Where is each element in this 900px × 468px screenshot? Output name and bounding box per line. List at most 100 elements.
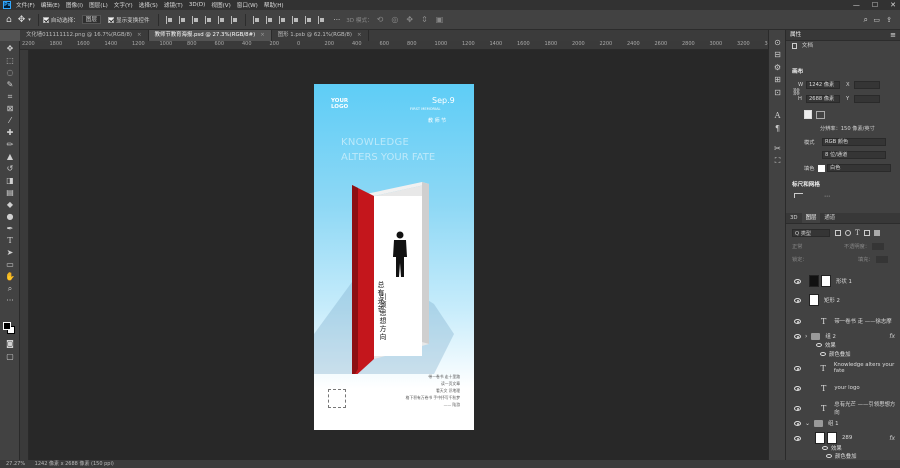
menu-edit[interactable]: 编辑(E) (41, 1, 60, 9)
filter-type-icon[interactable]: T (855, 229, 860, 237)
tab-layers[interactable]: 图层 (801, 213, 821, 223)
distribute-spacing-icon[interactable] (291, 15, 299, 24)
screen-mode-icon[interactable]: ▢ (5, 352, 15, 361)
crop-tool-icon[interactable]: ⌗ (5, 92, 15, 101)
history-brush-icon[interactable]: ↺ (5, 164, 15, 173)
dodge-tool-icon[interactable]: ● (5, 212, 15, 221)
portrait-orientation-icon[interactable] (804, 110, 812, 119)
move-tool-icon[interactable]: ✥ (18, 15, 26, 25)
foreground-color-swatch[interactable] (3, 322, 11, 330)
close-window-button[interactable]: ✕ (890, 1, 896, 9)
effects-eye-icon[interactable] (826, 454, 832, 458)
menu-layer[interactable]: 图层(L) (89, 1, 108, 9)
show-transform-checkbox[interactable] (107, 16, 114, 23)
filter-smart-icon[interactable] (873, 230, 880, 236)
home-icon[interactable]: ⌂ (6, 15, 12, 25)
gradient-tool-icon[interactable]: ▤ (5, 188, 15, 197)
ruler-icon[interactable] (794, 193, 803, 198)
filter-adjust-icon[interactable] (845, 230, 851, 236)
3d-slide-icon[interactable]: ⇕ (421, 15, 428, 24)
close-tab-icon[interactable]: × (260, 32, 265, 38)
libraries-panel-icon[interactable]: ⚙ (773, 63, 782, 72)
maximize-button[interactable]: ☐ (872, 1, 878, 9)
rulers-grid-header[interactable]: 标尺和网格 (786, 180, 820, 188)
3d-scale-icon[interactable]: ▣ (436, 15, 444, 24)
layer-group-row[interactable]: ⌄ 组 1 (786, 418, 900, 428)
brush-tool-icon[interactable]: ✏ (5, 140, 15, 149)
vertical-ruler[interactable] (20, 50, 29, 460)
effects-eye-icon[interactable] (816, 342, 822, 347)
effect-row[interactable]: 效果 (786, 340, 900, 349)
tab-doc-1[interactable]: 文化墙011111112.png @ 16.7%(RGB/8) × (20, 30, 149, 41)
hand-tool-icon[interactable]: ✋ (5, 272, 15, 281)
menu-help[interactable]: 帮助(H) (264, 1, 284, 9)
type-tool-icon[interactable]: T (5, 236, 15, 245)
lasso-tool-icon[interactable]: ◌ (5, 68, 15, 77)
height-input[interactable]: 2688 像素 (806, 95, 840, 103)
menu-type[interactable]: 文字(Y) (114, 1, 133, 9)
effects-eye-icon[interactable] (822, 446, 828, 450)
visibility-eye-icon[interactable] (794, 435, 801, 441)
align-center-icon[interactable] (178, 15, 186, 24)
effects-fx-icon[interactable]: fx (889, 435, 895, 442)
paths-panel-icon[interactable]: ⛶ (773, 156, 782, 165)
effects-eye-icon[interactable] (820, 351, 826, 356)
minimize-button[interactable]: — (853, 1, 860, 9)
y-input[interactable] (854, 95, 880, 103)
panel-menu-icon[interactable]: ≡ (890, 30, 896, 41)
menu-filter[interactable]: 滤镜(T) (164, 1, 183, 9)
align-middle-icon[interactable] (217, 15, 225, 24)
3d-orbit-icon[interactable]: ⟲ (377, 15, 384, 24)
layer-row[interactable]: T 带一卷书 走 ——徐志摩 (786, 313, 900, 329)
filter-pixel-icon[interactable] (835, 230, 841, 236)
visibility-eye-icon[interactable] (794, 297, 801, 303)
collapse-chevron-icon[interactable]: ⌄ (805, 420, 810, 427)
adjustments-panel-icon[interactable]: ⊟ (773, 50, 782, 59)
distribute-v-icon[interactable] (278, 15, 286, 24)
layer-row[interactable]: 矩形 2 (786, 292, 900, 308)
expand-chevron-icon[interactable]: › (805, 333, 807, 340)
tab-doc-3[interactable]: 图形 1.psb @ 62.1%(RGB/8) × (271, 30, 369, 41)
visibility-eye-icon[interactable] (794, 405, 801, 411)
swatches-panel-icon[interactable]: ⊡ (773, 88, 782, 97)
layer-row[interactable]: T 总有光芒 ——引领思想方向 (786, 400, 900, 416)
effect-row[interactable]: 效果 (786, 444, 900, 452)
filter-shape-icon[interactable] (863, 230, 870, 236)
visibility-eye-icon[interactable] (794, 385, 801, 391)
zoom-level[interactable]: 27.27% (6, 461, 25, 467)
landscape-orientation-icon[interactable] (816, 111, 825, 119)
mode-select[interactable]: RGB 颜色 (822, 138, 886, 146)
effect-row[interactable]: 颜色叠加 (786, 349, 900, 358)
close-tab-icon[interactable]: × (137, 32, 142, 38)
glyphs-panel-icon[interactable]: ✂ (773, 144, 782, 153)
menu-3d[interactable]: 3D(D) (189, 2, 206, 8)
effect-row[interactable]: 颜色叠加 (786, 452, 900, 460)
eyedropper-tool-icon[interactable]: ⁄ (5, 116, 15, 125)
align-right-icon[interactable] (191, 15, 199, 24)
menu-view[interactable]: 视图(V) (211, 1, 230, 9)
x-input[interactable] (854, 81, 880, 89)
visibility-eye-icon[interactable] (794, 420, 801, 426)
layer-row[interactable]: T Knowledge alters your fate (786, 360, 900, 376)
menu-select[interactable]: 选择(S) (139, 1, 158, 9)
layer-kind-select[interactable]: Q 类型 (792, 229, 830, 237)
fill-color-swatch[interactable] (818, 164, 825, 172)
align-left-icon[interactable] (165, 15, 173, 24)
depth-select[interactable]: 8 位/通道 (822, 151, 886, 159)
rectangle-tool-icon[interactable]: ▭ (5, 260, 15, 269)
opacity-input[interactable] (871, 243, 884, 250)
layer-row[interactable]: T your logo (786, 380, 900, 396)
3d-roll-icon[interactable]: ◎ (391, 15, 398, 24)
width-input[interactable]: 1242 像素 (806, 81, 840, 89)
properties-panel-title[interactable]: 属性 ≡ (786, 30, 900, 41)
visibility-eye-icon[interactable] (794, 365, 801, 371)
workspace-icon[interactable]: ▭ (873, 16, 880, 24)
artboard-tool-icon[interactable]: ⬚ (5, 56, 15, 65)
fill-select[interactable]: 白色 (827, 164, 891, 172)
path-select-icon[interactable]: ➤ (5, 248, 15, 257)
canvas-section-header[interactable]: 画布 (786, 67, 803, 75)
distribute-right-icon[interactable] (304, 15, 312, 24)
history-panel-icon[interactable]: ⊙ (773, 38, 782, 47)
brush-settings-icon[interactable]: A (773, 111, 782, 120)
tab-doc-2[interactable]: 教师节教育海报.psd @ 27.3%(RGB/8#) × (148, 30, 272, 41)
